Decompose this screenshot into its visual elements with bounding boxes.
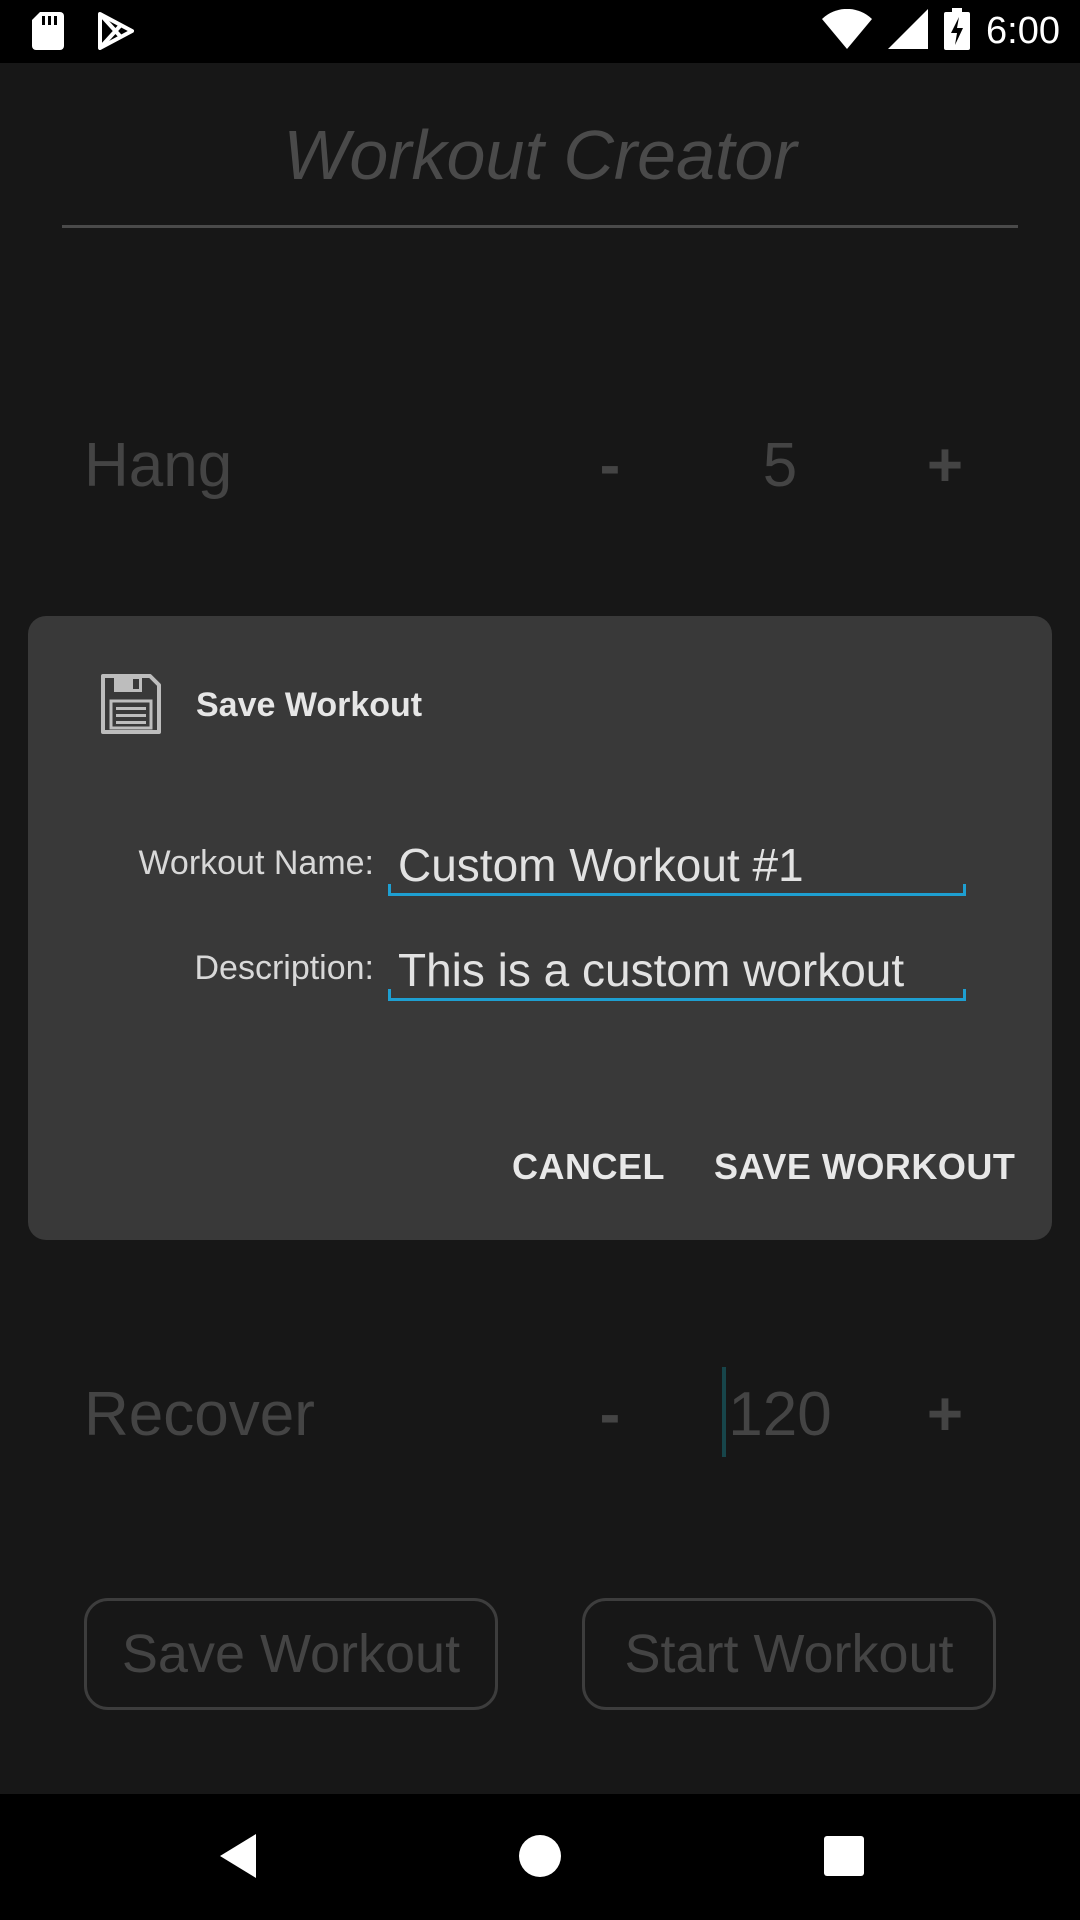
recover-increment-button[interactable]: +	[915, 1379, 975, 1450]
recover-decrement-button[interactable]: -	[580, 1379, 640, 1450]
workout-name-value: Custom Workout #1	[398, 839, 804, 891]
workout-name-label: Workout Name:	[138, 844, 374, 882]
home-icon[interactable]	[510, 1826, 570, 1886]
field-edge-right	[963, 989, 966, 1001]
page-title: Workout Creator	[283, 116, 797, 194]
recover-label: Recover	[84, 1380, 315, 1449]
status-clock: 6:00	[986, 10, 1060, 52]
cancel-button[interactable]: CANCEL	[512, 1146, 665, 1188]
recover-value[interactable]: 120	[720, 1379, 840, 1450]
hang-label: Hang	[84, 431, 233, 500]
description-underline	[388, 998, 966, 1001]
hang-row: Hang - 5 +	[0, 430, 1080, 530]
start-workout-button[interactable]: Start Workout	[582, 1598, 996, 1710]
battery-charging-icon	[944, 8, 971, 55]
description-value: This is a custom workout	[398, 944, 905, 996]
field-edge-right	[963, 884, 966, 896]
hang-value[interactable]: 5	[720, 430, 840, 501]
play-store-icon	[98, 12, 134, 55]
recents-icon[interactable]	[814, 1826, 874, 1886]
signal-icon	[888, 9, 929, 54]
description-field[interactable]: This is a custom workout	[388, 943, 966, 1001]
dialog-title: Save Workout	[196, 686, 423, 724]
field-edge-left	[388, 884, 391, 896]
workout-name-underline	[388, 893, 966, 896]
workout-name-field[interactable]: Custom Workout #1	[388, 838, 966, 896]
hang-decrement-button[interactable]: -	[580, 430, 640, 501]
title-divider	[62, 225, 1018, 228]
status-bar: 6:00	[0, 0, 1080, 63]
field-edge-left	[388, 989, 391, 1001]
navigation-bar	[0, 1794, 1080, 1920]
save-workout-button[interactable]: Save Workout	[84, 1598, 498, 1710]
description-label: Description:	[194, 949, 374, 987]
confirm-save-button[interactable]: SAVE WORKOUT	[714, 1146, 1015, 1188]
sd-card-icon	[32, 12, 64, 55]
save-workout-dialog: Save Workout Workout Name: Custom Workou…	[28, 616, 1052, 1240]
recover-row: Recover - 120 +	[0, 1367, 1080, 1479]
hang-increment-button[interactable]: +	[915, 430, 975, 501]
back-icon[interactable]	[206, 1826, 266, 1886]
floppy-disk-icon	[100, 673, 162, 735]
wifi-icon	[822, 8, 873, 54]
